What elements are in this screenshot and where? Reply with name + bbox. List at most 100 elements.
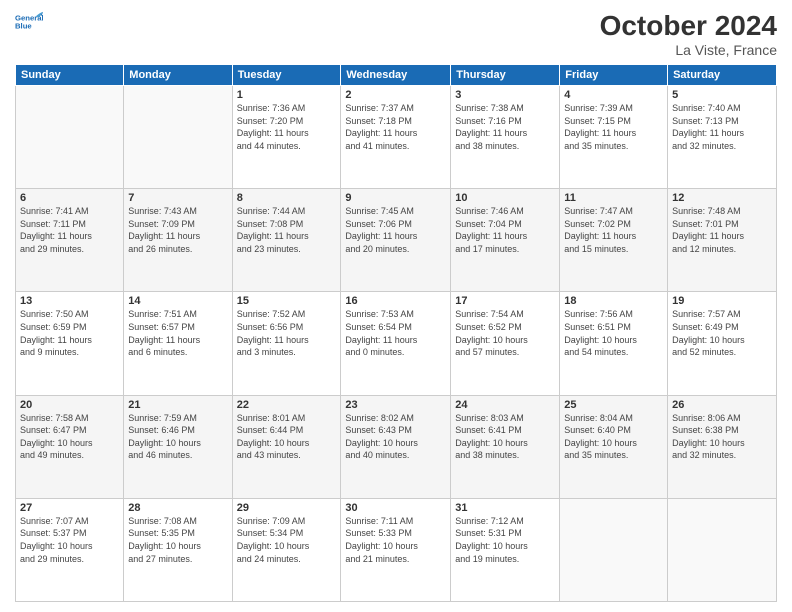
day-detail: Sunrise: 8:02 AM Sunset: 6:43 PM Dayligh… — [345, 412, 446, 462]
day-detail: Sunrise: 7:57 AM Sunset: 6:49 PM Dayligh… — [672, 308, 772, 358]
calendar-cell: 20Sunrise: 7:58 AM Sunset: 6:47 PM Dayli… — [16, 395, 124, 498]
calendar-cell: 21Sunrise: 7:59 AM Sunset: 6:46 PM Dayli… — [124, 395, 232, 498]
day-detail: Sunrise: 7:58 AM Sunset: 6:47 PM Dayligh… — [20, 412, 119, 462]
dow-header: Monday — [124, 65, 232, 86]
day-detail: Sunrise: 8:01 AM Sunset: 6:44 PM Dayligh… — [237, 412, 337, 462]
calendar-cell: 17Sunrise: 7:54 AM Sunset: 6:52 PM Dayli… — [451, 292, 560, 395]
day-detail: Sunrise: 7:12 AM Sunset: 5:31 PM Dayligh… — [455, 515, 555, 565]
dow-header: Wednesday — [341, 65, 451, 86]
day-number: 16 — [345, 295, 446, 307]
day-number: 30 — [345, 502, 446, 514]
calendar-cell: 29Sunrise: 7:09 AM Sunset: 5:34 PM Dayli… — [232, 498, 341, 601]
day-number: 5 — [672, 89, 772, 101]
day-of-week-row: SundayMondayTuesdayWednesdayThursdayFrid… — [16, 65, 777, 86]
day-detail: Sunrise: 8:06 AM Sunset: 6:38 PM Dayligh… — [672, 412, 772, 462]
dow-header: Sunday — [16, 65, 124, 86]
day-number: 24 — [455, 399, 555, 411]
calendar-cell: 4Sunrise: 7:39 AM Sunset: 7:15 PM Daylig… — [560, 86, 668, 189]
calendar-cell: 8Sunrise: 7:44 AM Sunset: 7:08 PM Daylig… — [232, 189, 341, 292]
calendar-cell: 15Sunrise: 7:52 AM Sunset: 6:56 PM Dayli… — [232, 292, 341, 395]
calendar-cell — [560, 498, 668, 601]
day-number: 22 — [237, 399, 337, 411]
day-detail: Sunrise: 7:11 AM Sunset: 5:33 PM Dayligh… — [345, 515, 446, 565]
day-detail: Sunrise: 7:38 AM Sunset: 7:16 PM Dayligh… — [455, 102, 555, 152]
day-number: 19 — [672, 295, 772, 307]
calendar-week-row: 6Sunrise: 7:41 AM Sunset: 7:11 PM Daylig… — [16, 189, 777, 292]
calendar-body: 1Sunrise: 7:36 AM Sunset: 7:20 PM Daylig… — [16, 86, 777, 602]
day-detail: Sunrise: 7:56 AM Sunset: 6:51 PM Dayligh… — [564, 308, 663, 358]
day-number: 6 — [20, 192, 119, 204]
day-detail: Sunrise: 7:47 AM Sunset: 7:02 PM Dayligh… — [564, 205, 663, 255]
day-detail: Sunrise: 7:08 AM Sunset: 5:35 PM Dayligh… — [128, 515, 227, 565]
day-detail: Sunrise: 7:43 AM Sunset: 7:09 PM Dayligh… — [128, 205, 227, 255]
title-block: October 2024 La Viste, France — [600, 10, 777, 58]
day-number: 29 — [237, 502, 337, 514]
calendar-cell — [16, 86, 124, 189]
day-number: 26 — [672, 399, 772, 411]
day-detail: Sunrise: 7:50 AM Sunset: 6:59 PM Dayligh… — [20, 308, 119, 358]
day-number: 4 — [564, 89, 663, 101]
day-detail: Sunrise: 7:52 AM Sunset: 6:56 PM Dayligh… — [237, 308, 337, 358]
calendar-cell: 9Sunrise: 7:45 AM Sunset: 7:06 PM Daylig… — [341, 189, 451, 292]
day-detail: Sunrise: 7:48 AM Sunset: 7:01 PM Dayligh… — [672, 205, 772, 255]
calendar-table: SundayMondayTuesdayWednesdayThursdayFrid… — [15, 64, 777, 602]
calendar-cell: 6Sunrise: 7:41 AM Sunset: 7:11 PM Daylig… — [16, 189, 124, 292]
day-detail: Sunrise: 7:36 AM Sunset: 7:20 PM Dayligh… — [237, 102, 337, 152]
calendar-cell: 18Sunrise: 7:56 AM Sunset: 6:51 PM Dayli… — [560, 292, 668, 395]
day-number: 10 — [455, 192, 555, 204]
day-number: 23 — [345, 399, 446, 411]
day-detail: Sunrise: 7:53 AM Sunset: 6:54 PM Dayligh… — [345, 308, 446, 358]
day-number: 7 — [128, 192, 227, 204]
day-number: 1 — [237, 89, 337, 101]
day-number: 25 — [564, 399, 663, 411]
calendar-cell: 2Sunrise: 7:37 AM Sunset: 7:18 PM Daylig… — [341, 86, 451, 189]
calendar-cell — [124, 86, 232, 189]
calendar-cell: 16Sunrise: 7:53 AM Sunset: 6:54 PM Dayli… — [341, 292, 451, 395]
calendar-cell: 27Sunrise: 7:07 AM Sunset: 5:37 PM Dayli… — [16, 498, 124, 601]
day-detail: Sunrise: 8:04 AM Sunset: 6:40 PM Dayligh… — [564, 412, 663, 462]
day-detail: Sunrise: 7:37 AM Sunset: 7:18 PM Dayligh… — [345, 102, 446, 152]
day-detail: Sunrise: 7:45 AM Sunset: 7:06 PM Dayligh… — [345, 205, 446, 255]
calendar-week-row: 1Sunrise: 7:36 AM Sunset: 7:20 PM Daylig… — [16, 86, 777, 189]
calendar-week-row: 20Sunrise: 7:58 AM Sunset: 6:47 PM Dayli… — [16, 395, 777, 498]
calendar-cell: 7Sunrise: 7:43 AM Sunset: 7:09 PM Daylig… — [124, 189, 232, 292]
day-number: 17 — [455, 295, 555, 307]
svg-text:Blue: Blue — [15, 22, 32, 31]
day-number: 13 — [20, 295, 119, 307]
day-detail: Sunrise: 7:46 AM Sunset: 7:04 PM Dayligh… — [455, 205, 555, 255]
calendar-cell: 24Sunrise: 8:03 AM Sunset: 6:41 PM Dayli… — [451, 395, 560, 498]
day-detail: Sunrise: 8:03 AM Sunset: 6:41 PM Dayligh… — [455, 412, 555, 462]
calendar-cell: 23Sunrise: 8:02 AM Sunset: 6:43 PM Dayli… — [341, 395, 451, 498]
calendar-cell: 30Sunrise: 7:11 AM Sunset: 5:33 PM Dayli… — [341, 498, 451, 601]
calendar-cell: 26Sunrise: 8:06 AM Sunset: 6:38 PM Dayli… — [668, 395, 777, 498]
day-number: 3 — [455, 89, 555, 101]
day-detail: Sunrise: 7:41 AM Sunset: 7:11 PM Dayligh… — [20, 205, 119, 255]
day-number: 8 — [237, 192, 337, 204]
day-number: 15 — [237, 295, 337, 307]
dow-header: Saturday — [668, 65, 777, 86]
calendar-cell: 28Sunrise: 7:08 AM Sunset: 5:35 PM Dayli… — [124, 498, 232, 601]
day-number: 12 — [672, 192, 772, 204]
calendar-cell: 14Sunrise: 7:51 AM Sunset: 6:57 PM Dayli… — [124, 292, 232, 395]
day-number: 28 — [128, 502, 227, 514]
day-number: 18 — [564, 295, 663, 307]
logo: General Blue — [15, 10, 43, 32]
dow-header: Thursday — [451, 65, 560, 86]
calendar-cell: 5Sunrise: 7:40 AM Sunset: 7:13 PM Daylig… — [668, 86, 777, 189]
day-number: 20 — [20, 399, 119, 411]
page: General Blue October 2024 La Viste, Fran… — [0, 0, 792, 612]
calendar-cell: 22Sunrise: 8:01 AM Sunset: 6:44 PM Dayli… — [232, 395, 341, 498]
month-title: October 2024 — [600, 10, 777, 42]
dow-header: Friday — [560, 65, 668, 86]
calendar-cell: 13Sunrise: 7:50 AM Sunset: 6:59 PM Dayli… — [16, 292, 124, 395]
dow-header: Tuesday — [232, 65, 341, 86]
calendar-cell — [668, 498, 777, 601]
logo-icon: General Blue — [15, 10, 43, 32]
calendar-cell: 25Sunrise: 8:04 AM Sunset: 6:40 PM Dayli… — [560, 395, 668, 498]
calendar-cell: 31Sunrise: 7:12 AM Sunset: 5:31 PM Dayli… — [451, 498, 560, 601]
day-detail: Sunrise: 7:39 AM Sunset: 7:15 PM Dayligh… — [564, 102, 663, 152]
day-number: 14 — [128, 295, 227, 307]
day-detail: Sunrise: 7:51 AM Sunset: 6:57 PM Dayligh… — [128, 308, 227, 358]
day-number: 27 — [20, 502, 119, 514]
day-detail: Sunrise: 7:09 AM Sunset: 5:34 PM Dayligh… — [237, 515, 337, 565]
